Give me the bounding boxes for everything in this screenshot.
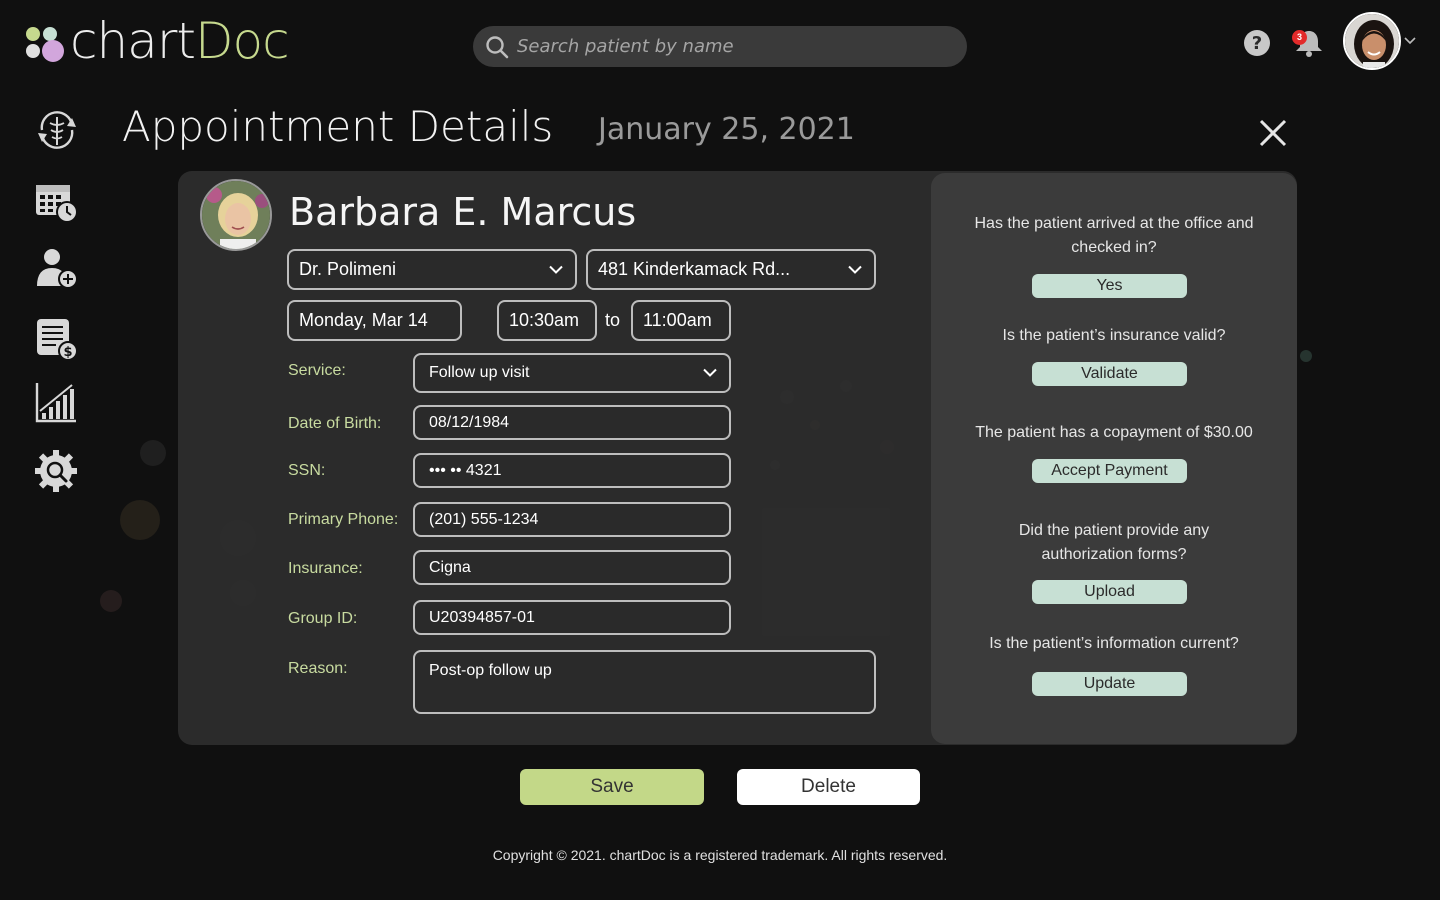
insurance-field[interactable]: Cigna xyxy=(413,550,731,585)
service-label: Service: xyxy=(288,362,346,379)
insurance-value: Cigna xyxy=(429,558,471,576)
appointment-day-field[interactable]: Monday, Mar 14 xyxy=(287,300,462,341)
sidebar-item-home[interactable] xyxy=(32,105,82,160)
accept-payment-button[interactable]: Accept Payment xyxy=(1032,459,1187,483)
dob-label: Date of Birth: xyxy=(288,415,382,432)
help-button[interactable]: ? xyxy=(1243,29,1271,62)
sidebar-item-billing[interactable]: $ xyxy=(32,316,80,367)
caduceus-refresh-icon xyxy=(38,111,76,149)
page-title: Appointment Details xyxy=(122,102,554,151)
copyright-footer: Copyright © 2021. chartDoc is a register… xyxy=(492,847,948,863)
insurance-label: Insurance: xyxy=(288,560,363,577)
reason-value: Post-op follow up xyxy=(429,662,552,679)
authorization-question: Did the patient provide any authorizatio… xyxy=(1018,522,1210,563)
upload-forms-button[interactable]: Upload xyxy=(1032,580,1187,604)
checked-in-yes-button[interactable]: Yes xyxy=(1032,274,1187,298)
chevron-down-icon xyxy=(703,368,717,377)
service-select[interactable]: Follow up visit xyxy=(413,353,731,393)
info-current-question: Is the patient’s information current? xyxy=(989,635,1239,652)
group-id-field[interactable]: U20394857-01 xyxy=(413,600,731,635)
update-info-button[interactable]: Update xyxy=(1032,672,1187,696)
start-time-value: 10:30am xyxy=(509,310,580,330)
analytics-chart-icon xyxy=(35,383,76,423)
doctor-select[interactable]: Dr. Polimeni xyxy=(287,249,577,290)
add-user-icon xyxy=(37,249,78,289)
location-select[interactable]: 481 Kinderkamack Rd... xyxy=(586,249,876,290)
svg-text:?: ? xyxy=(1252,33,1262,54)
search-icon xyxy=(486,35,509,58)
group-id-value: U20394857-01 xyxy=(429,608,535,626)
svg-text:$: $ xyxy=(63,345,72,360)
user-photo xyxy=(1345,14,1399,68)
close-icon xyxy=(1259,119,1287,147)
question-mark-icon: ? xyxy=(1244,30,1270,56)
patient-search-bar[interactable] xyxy=(473,26,967,67)
sidebar-item-add-patient[interactable] xyxy=(32,246,80,297)
service-select-value: Follow up visit xyxy=(429,364,530,381)
primary-phone-value: (201) 555-1234 xyxy=(429,510,539,528)
chevron-down-icon xyxy=(549,265,563,274)
ssn-label: SSN: xyxy=(288,462,326,479)
reason-textarea[interactable]: Post-op follow up xyxy=(413,650,876,714)
account-menu-chevron-icon[interactable] xyxy=(1404,37,1416,45)
billing-icon: $ xyxy=(37,319,78,361)
copayment-notice: The patient has a copayment of $30.00 xyxy=(975,424,1253,441)
location-select-value: 481 Kinderkamack Rd... xyxy=(598,259,791,279)
settings-search-icon xyxy=(35,450,77,492)
end-time-field[interactable]: 11:00am xyxy=(631,300,731,341)
primary-phone-field[interactable]: (201) 555-1234 xyxy=(413,502,731,537)
insurance-question: Is the patient’s insurance valid? xyxy=(1002,327,1226,344)
primary-phone-label: Primary Phone: xyxy=(288,511,399,528)
chartdoc-logo[interactable]: chartDoc xyxy=(24,12,290,70)
calendar-clock-icon xyxy=(36,185,78,223)
search-input[interactable] xyxy=(517,36,937,57)
close-button[interactable] xyxy=(1257,117,1289,154)
patient-name: Barbara E. Marcus xyxy=(289,190,637,234)
group-id-label: Group ID: xyxy=(288,610,358,627)
ssn-value: ••• •• 4321 xyxy=(429,461,502,479)
dob-field[interactable]: 08/12/1984 xyxy=(413,405,731,440)
start-time-field[interactable]: 10:30am xyxy=(497,300,597,341)
sidebar-item-analytics[interactable] xyxy=(32,381,80,430)
checkin-question: Has the patient arrived at the office an… xyxy=(974,215,1254,256)
sidebar-item-settings[interactable] xyxy=(32,448,80,499)
doctor-select-value: Dr. Polimeni xyxy=(299,259,397,279)
logo-wordmark: chartDoc xyxy=(70,12,290,70)
logo-dots-icon xyxy=(24,17,68,65)
patient-photo xyxy=(200,179,272,251)
sidebar-item-schedule[interactable] xyxy=(32,178,80,231)
appointment-date-heading: January 25, 2021 xyxy=(598,112,855,147)
appointment-day-value: Monday, Mar 14 xyxy=(299,310,428,330)
chevron-down-icon xyxy=(848,265,862,274)
end-time-value: 11:00am xyxy=(643,310,712,330)
save-button[interactable]: Save xyxy=(520,769,704,805)
time-range-separator: to xyxy=(605,310,621,330)
dob-value: 08/12/1984 xyxy=(429,413,510,431)
reason-label: Reason: xyxy=(288,660,348,677)
user-avatar[interactable] xyxy=(1343,12,1401,70)
validate-insurance-button[interactable]: Validate xyxy=(1032,362,1187,386)
notification-count-badge: 3 xyxy=(1292,30,1307,45)
delete-button[interactable]: Delete xyxy=(737,769,920,805)
ssn-field[interactable]: ••• •• 4321 xyxy=(413,453,731,488)
